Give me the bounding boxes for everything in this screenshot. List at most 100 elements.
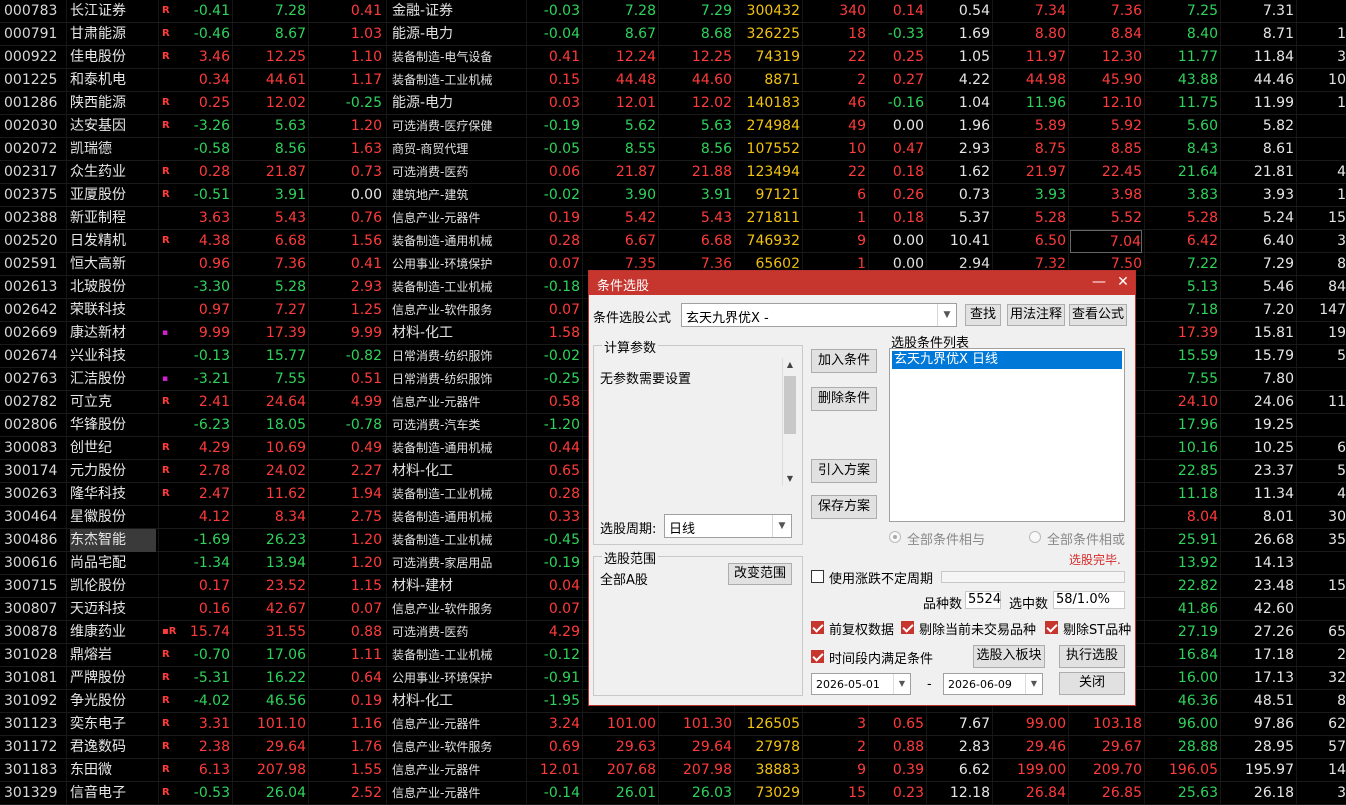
cell-c6: 5.42	[624, 210, 656, 226]
add-condition-button[interactable]: 加入条件	[811, 349, 877, 373]
date-from-picker[interactable]: 2026-05-01 ▼	[811, 673, 911, 695]
cell-name: 长江证券	[70, 3, 126, 19]
table-row[interactable]: 002030 达安基因 R -3.26 5.63 1.20 可选消费-医疗保健 -0.19 5.…	[0, 115, 1346, 138]
minimize-icon[interactable]: —	[1089, 273, 1109, 293]
cell-c5: -0.05	[543, 141, 580, 157]
fq-checkbox[interactable]	[811, 621, 824, 634]
table-row[interactable]: 001225 和泰机电 0.34 44.61 1.17 装备制造-工业机械 0.15 44.4…	[0, 69, 1346, 92]
params-scrollbar[interactable]: ▲ ▼	[782, 358, 797, 486]
cell-c5: 4.29	[548, 624, 580, 640]
condition-list-item[interactable]: 玄天九界优X 日线	[892, 351, 1122, 369]
add-to-block-button[interactable]: 选股入板块	[973, 645, 1045, 668]
table-row[interactable]: 301123 奕东电子 R 3.31 101.10 1.16 信息产业-元器件 3.24 101…	[0, 713, 1346, 736]
cell-name: 汇洁股份	[70, 371, 126, 387]
dialog-titlebar[interactable]: 条件选股 — ✕	[589, 271, 1135, 295]
delete-condition-button[interactable]: 删除条件	[811, 387, 877, 411]
cell-c16: 32	[1328, 670, 1346, 686]
cell-c10: 0.18	[892, 210, 924, 226]
cell-c1: -4.02	[193, 693, 230, 709]
table-row[interactable]: 301172 君逸数码 R 2.38 29.64 1.76 信息产业-软件服务 0.69 29.…	[0, 736, 1346, 759]
period-select[interactable]: 日线 ▼	[664, 514, 792, 538]
cell-c2: 24.64	[265, 394, 306, 410]
time-range-checkbox[interactable]	[811, 650, 824, 663]
cell-c10: 0.25	[892, 49, 924, 65]
date-to-value: 2026-06-09	[948, 678, 1012, 691]
cell-c9: 22	[848, 164, 866, 180]
cell-name: 亚厦股份	[70, 187, 126, 203]
date-to-picker[interactable]: 2026-06-09 ▼	[943, 673, 1043, 695]
radio-all-or[interactable]	[1029, 531, 1041, 543]
cell-c14: 5.13	[1186, 279, 1218, 295]
execute-button[interactable]: 执行选股	[1059, 645, 1125, 668]
cell-c2: 5.28	[274, 279, 306, 295]
cell-c12: 26.84	[1025, 785, 1066, 801]
cell-c16	[1298, 115, 1346, 138]
cell-c2: 18.05	[265, 417, 306, 433]
cell-flag: ▪	[162, 328, 169, 338]
save-plan-button[interactable]: 保存方案	[811, 495, 877, 519]
formula-select[interactable]: 玄天九界优X - ▼	[681, 303, 957, 327]
cell-c5: 3.24	[548, 716, 580, 732]
cell-flag: R	[162, 235, 170, 246]
cell-c2: 16.22	[265, 670, 306, 686]
close-button[interactable]: 关闭	[1059, 672, 1125, 695]
import-plan-button[interactable]: 引入方案	[811, 459, 877, 483]
cell-code: 001286	[4, 95, 58, 111]
cell-name: 尚品宅配	[70, 555, 126, 571]
radio-all-and[interactable]	[889, 531, 901, 543]
cell-c10: 0.23	[892, 785, 924, 801]
chevron-down-icon: ▼	[772, 515, 791, 537]
cell-c1: 9.99	[198, 325, 230, 341]
cell-c14: 6.42	[1186, 233, 1218, 249]
cell-c15: 42.60	[1253, 601, 1294, 617]
close-icon[interactable]: ✕	[1113, 273, 1133, 293]
cell-c15: 10.25	[1253, 440, 1294, 456]
cell-c12: 8.75	[1034, 141, 1066, 157]
exclude-untraded-checkbox[interactable]	[901, 621, 914, 634]
cell-c2: 7.27	[274, 302, 306, 318]
cell-c16: 10	[1328, 72, 1346, 88]
condition-list[interactable]: 玄天九界优X 日线	[889, 348, 1125, 522]
table-row[interactable]: 002375 亚厦股份 R -0.51 3.91 0.00 建筑地产-建筑 -0.02 3.90…	[0, 184, 1346, 207]
cell-c3: 0.41	[350, 256, 382, 272]
table-row[interactable]: 001286 陕西能源 R 0.25 12.02 -0.25 能源-电力 0.03 12.01 1…	[0, 92, 1346, 115]
table-row[interactable]: 000783 长江证券 R -0.41 7.28 0.41 金融-证券 -0.03 7.28 7.…	[0, 0, 1346, 23]
table-row[interactable]: 002388 新亚制程 3.63 5.43 0.76 信息产业-元器件 0.19 5.42 5.…	[0, 207, 1346, 230]
cell-c14: 13.92	[1177, 555, 1218, 571]
cell-c2: 17.39	[265, 325, 306, 341]
cell-c5: 0.69	[548, 739, 580, 755]
table-row[interactable]: 002520 日发精机 R 4.38 6.68 1.56 装备制造-通用机械 0.28 6.67…	[0, 230, 1346, 253]
find-button[interactable]: 查找	[965, 304, 1001, 326]
scroll-up-icon[interactable]: ▲	[783, 358, 797, 372]
scroll-down-icon[interactable]: ▼	[783, 472, 797, 486]
uncertain-period-checkbox[interactable]	[811, 570, 824, 583]
cell-c3: 0.76	[350, 210, 382, 226]
table-row[interactable]: 000922 佳电股份 R 3.46 12.25 1.10 装备制造-电气设备 0.41 12.…	[0, 46, 1346, 69]
cell-name: 华锋股份	[70, 417, 126, 433]
cell-c15: 3.93	[1262, 187, 1294, 203]
cell-c14: 7.18	[1186, 302, 1218, 318]
usage-notes-button[interactable]: 用法注释	[1007, 304, 1065, 326]
cell-name: 元力股份	[70, 463, 126, 479]
change-range-button[interactable]: 改变范围	[728, 563, 792, 585]
cell-c12: 6.50	[1034, 233, 1066, 249]
view-formula-button[interactable]: 查看公式	[1069, 304, 1127, 326]
cell-c10: 0.39	[892, 762, 924, 778]
table-row[interactable]: 002072 凯瑞德 -0.58 8.56 1.63 商贸-商贸代理 -0.05 8.55 8.…	[0, 138, 1346, 161]
table-row[interactable]: 301183 东田微 R 6.13 207.98 1.55 信息产业-元器件 12.01 207…	[0, 759, 1346, 782]
table-row[interactable]: 000791 甘肃能源 R -0.46 8.67 1.03 能源-电力 -0.04 8.67 8.…	[0, 23, 1346, 46]
cell-c15: 17.18	[1253, 647, 1294, 663]
scroll-thumb[interactable]	[784, 376, 796, 434]
cell-ind: 装备制造-电气设备	[392, 50, 493, 64]
cell-ind: 装备制造-通用机械	[392, 441, 493, 455]
cell-c5: 0.33	[548, 509, 580, 525]
table-row[interactable]: 301329 信音电子 R -0.53 26.04 2.52 信息产业-元器件 -0.14 26…	[0, 782, 1346, 805]
dialog-title: 条件选股	[597, 279, 650, 294]
cell-c14: 196.05	[1169, 762, 1218, 778]
selected-value: 58/1.0%	[1053, 591, 1125, 609]
exclude-st-checkbox[interactable]	[1045, 621, 1058, 634]
cell-c16: 8	[1337, 693, 1346, 709]
cell-flag	[162, 138, 176, 161]
table-row[interactable]: 002317 众生药业 R 0.28 21.87 0.73 可选消费-医药 0.06 21.87…	[0, 161, 1346, 184]
cell-vol: 271811	[746, 210, 800, 226]
